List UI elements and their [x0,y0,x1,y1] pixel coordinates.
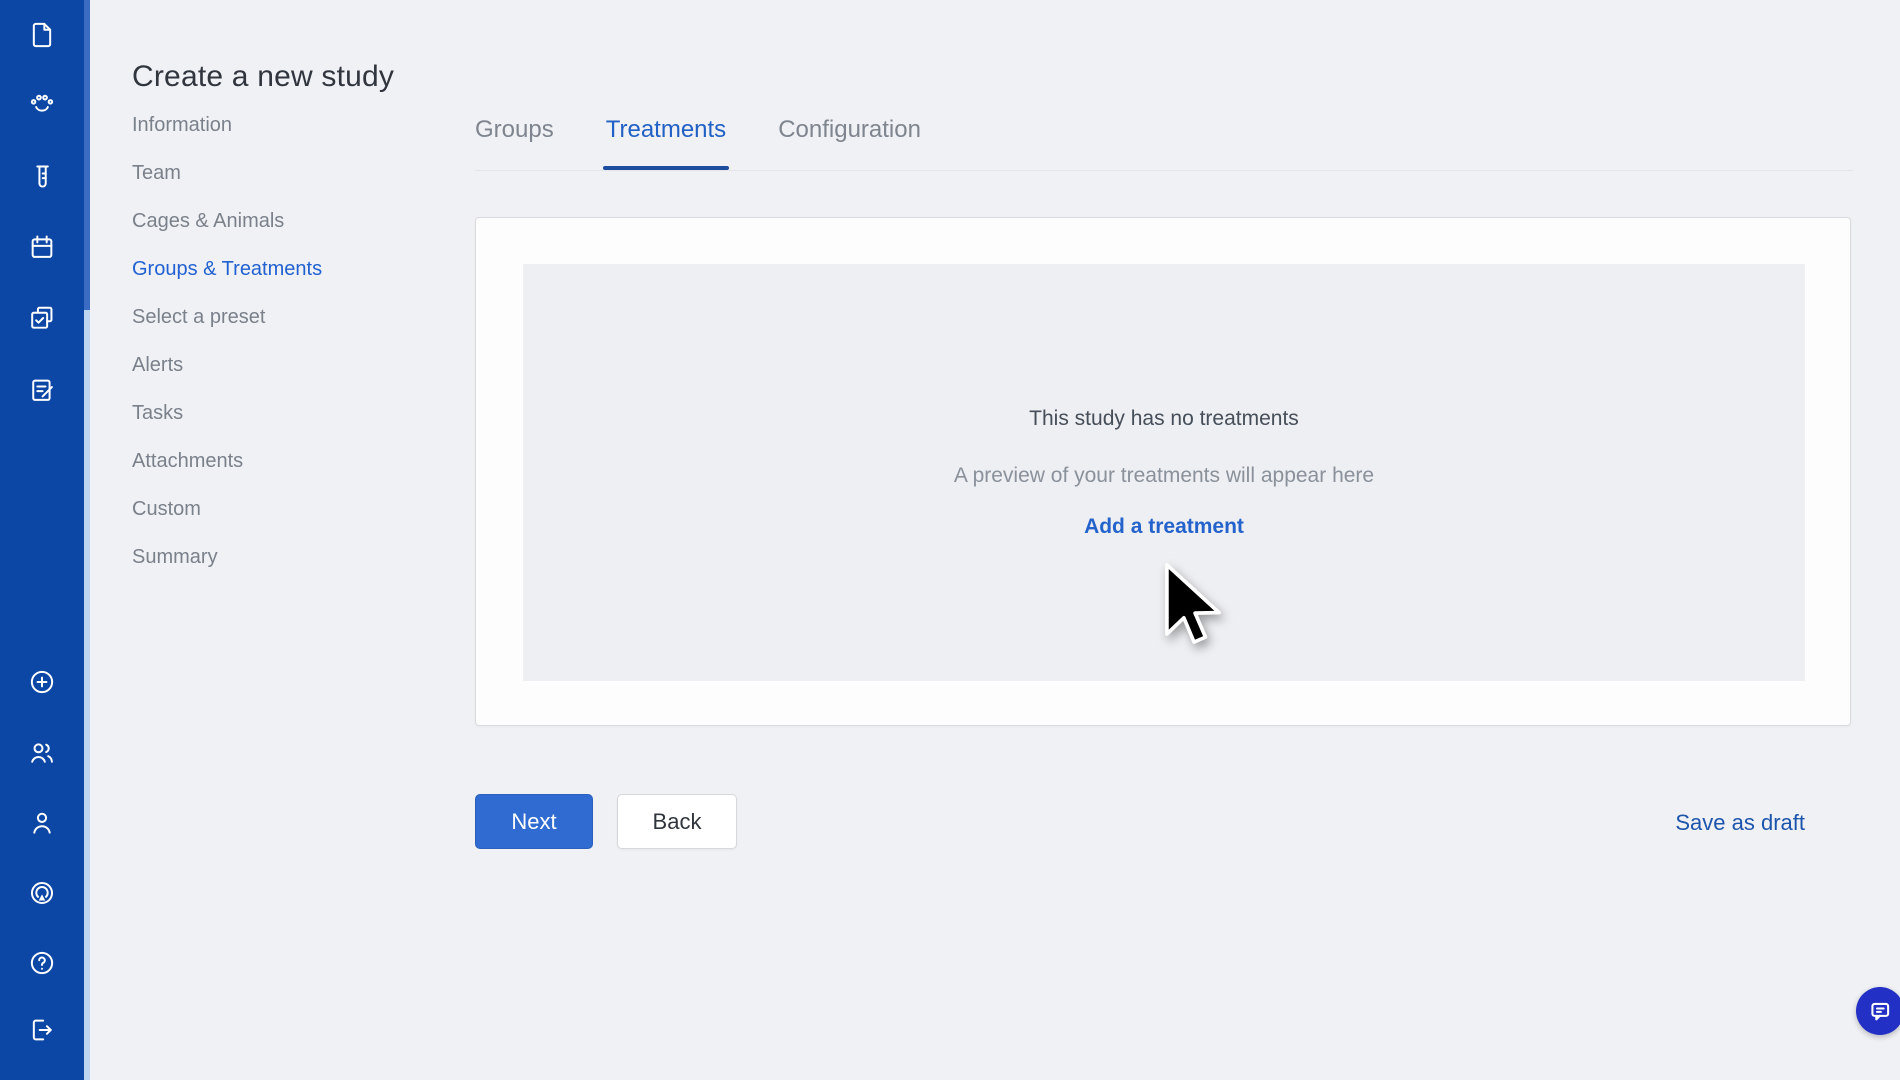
step-alerts[interactable]: Alerts [132,341,322,389]
next-button[interactable]: Next [475,794,593,849]
treatments-empty-panel: This study has no treatments A preview o… [523,264,1805,681]
step-team[interactable]: Team [132,149,322,197]
live-session-icon[interactable] [0,879,84,907]
test-tube-icon[interactable] [0,163,84,191]
tasks-copy-icon[interactable] [0,304,84,332]
users-icon[interactable] [0,739,84,767]
step-select-preset[interactable]: Select a preset [132,293,322,341]
page-title: Create a new study [132,60,394,94]
step-nav: Information Team Cages & Animals Groups … [132,101,322,581]
logout-icon[interactable] [0,1016,84,1044]
step-summary[interactable]: Summary [132,533,322,581]
back-button[interactable]: Back [617,794,737,849]
icon-rail [0,0,90,1080]
save-as-draft-link[interactable]: Save as draft [1675,810,1805,836]
rail-scrollbar-track[interactable] [84,0,90,1080]
app-root: Create a new study Information Team Cage… [0,0,1900,1080]
chat-bubble-icon [1867,998,1893,1024]
plus-circle-icon[interactable] [0,668,84,696]
paw-icon[interactable] [0,89,84,117]
empty-state-subtitle: A preview of your treatments will appear… [954,464,1374,488]
help-icon[interactable] [0,949,84,977]
step-custom[interactable]: Custom [132,485,322,533]
tab-groups[interactable]: Groups [475,103,554,170]
tab-divider [475,170,1853,171]
step-groups-treatments[interactable]: Groups & Treatments [132,245,322,293]
rail-scrollbar-thumb[interactable] [84,0,90,310]
step-attachments[interactable]: Attachments [132,437,322,485]
treatments-card: This study has no treatments A preview o… [475,217,1851,726]
calendar-icon[interactable] [0,233,84,261]
add-treatment-link[interactable]: Add a treatment [1084,515,1244,539]
tab-configuration[interactable]: Configuration [778,103,921,170]
note-edit-icon[interactable] [0,376,84,404]
user-icon[interactable] [0,809,84,837]
step-cages-animals[interactable]: Cages & Animals [132,197,322,245]
tab-treatments[interactable]: Treatments [606,103,726,170]
chat-widget-button[interactable] [1856,987,1900,1035]
tab-bar: Groups Treatments Configuration [475,103,921,170]
step-tasks[interactable]: Tasks [132,389,322,437]
step-information[interactable]: Information [132,101,322,149]
document-icon[interactable] [0,21,84,49]
empty-state-title: This study has no treatments [1029,407,1299,431]
